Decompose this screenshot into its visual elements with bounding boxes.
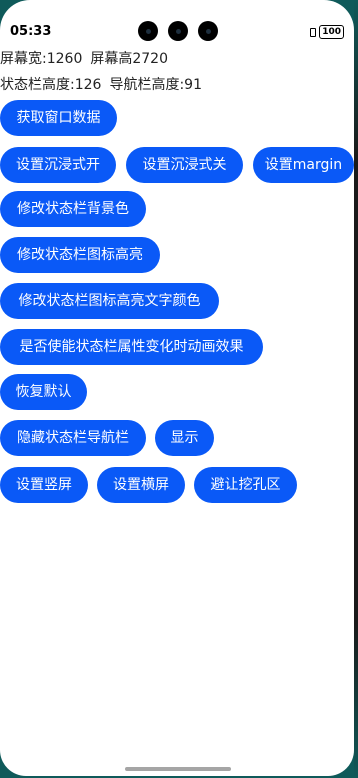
immersive-on-button[interactable]: 设置沉浸式开 (0, 147, 116, 183)
portrait-button[interactable]: 设置竖屏 (0, 467, 88, 503)
status-icons: 100 (310, 25, 344, 39)
get-window-data-button[interactable]: 获取窗口数据 (0, 100, 117, 136)
screen-height-text: 屏幕高2720 (90, 51, 168, 67)
set-margin-button[interactable]: 设置margin (253, 147, 354, 183)
phone-screen: 05:33 100 屏幕宽:1260 屏幕高2720 状态栏高度:126 导航栏高度… (0, 0, 354, 776)
status-bar-icon-text-color-button[interactable]: 修改状态栏图标高亮文字颜色 (0, 283, 219, 319)
battery-icon: 100 (319, 25, 344, 39)
landscape-button[interactable]: 设置横屏 (97, 467, 185, 503)
hide-bars-button[interactable]: 隐藏状态栏导航栏 (0, 420, 146, 456)
status-time: 05:33 (10, 24, 52, 39)
camera-lens-icon (138, 21, 158, 41)
status-bar-icon-highlight-button[interactable]: 修改状态栏图标高亮 (0, 237, 160, 273)
nfc-icon (310, 27, 317, 37)
screen-width-text: 屏幕宽:1260 (0, 51, 83, 67)
nav-bar-height-text: 导航栏高度:91 (109, 77, 202, 93)
immersive-off-button[interactable]: 设置沉浸式关 (126, 147, 243, 183)
home-indicator[interactable] (125, 767, 231, 771)
status-bar: 05:33 100 (0, 0, 354, 41)
camera-lens-icon (198, 21, 218, 41)
show-button[interactable]: 显示 (155, 420, 214, 456)
camera-lens-icon (168, 21, 188, 41)
bar-height-info: 状态栏高度:126 导航栏高度:91 (0, 74, 202, 94)
camera-cutout (138, 21, 218, 41)
restore-default-button[interactable]: 恢复默认 (0, 374, 87, 410)
status-bar-height-text: 状态栏高度:126 (0, 77, 102, 93)
status-bar-animation-button[interactable]: 是否使能状态栏属性变化时动画效果 (0, 329, 263, 365)
screen-size-info: 屏幕宽:1260 屏幕高2720 (0, 48, 168, 68)
status-bar-bg-button[interactable]: 修改状态栏背景色 (0, 191, 146, 227)
battery-level: 100 (322, 26, 341, 37)
device-bezel (354, 0, 358, 778)
avoid-cutout-button[interactable]: 避让挖孔区 (194, 467, 297, 503)
